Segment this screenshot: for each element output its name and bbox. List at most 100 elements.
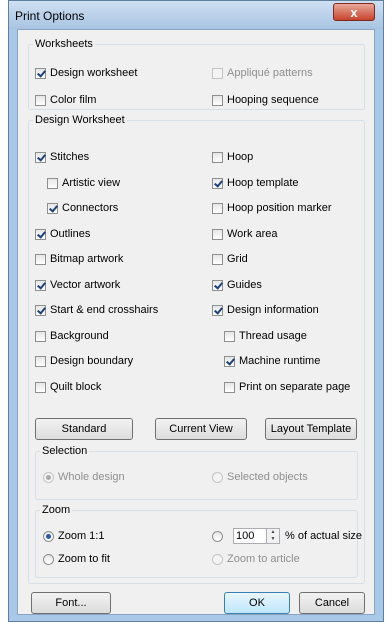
spin-down-icon[interactable]: ▼ [267,536,279,543]
quilt-block-checkbox[interactable]: Quilt block [35,380,101,394]
checkbox-box[interactable] [35,304,46,316]
start-end-crosshairs-checkbox[interactable]: Start & end crosshairs [35,303,158,317]
checkbox-box[interactable] [35,228,46,240]
work-area-checkbox[interactable]: Work area [212,227,278,241]
zoom-percent-spinner: ▲▼ % of actual size [233,527,362,545]
radio-circle[interactable] [43,553,54,565]
ok-button[interactable]: OK [224,592,290,614]
print-options-dialog: Print Options x Worksheets Design worksh… [8,0,384,622]
hoop-checkbox[interactable]: Hoop [212,150,253,164]
radio-circle[interactable] [43,471,54,483]
whole-design-radio[interactable]: Whole design [43,470,125,484]
title-bar[interactable]: Print Options x [9,1,383,29]
percent-zoom-radio[interactable] [212,529,227,543]
outlines-checkbox[interactable]: Outlines [35,227,90,241]
bitmap-artwork-checkbox[interactable]: Bitmap artwork [35,252,123,266]
stitches-checkbox[interactable]: Stitches [35,150,89,164]
design-boundary-checkbox[interactable]: Design boundary [35,354,133,368]
radio-label: Selected objects [227,471,308,483]
spin-up-icon[interactable]: ▲ [267,529,279,536]
color-film-checkbox[interactable]: Color film [35,93,96,107]
radio-circle[interactable] [212,553,223,565]
checkbox-box[interactable] [212,151,223,163]
checkbox-label: Start & end crosshairs [50,304,159,316]
checkbox-box[interactable] [224,330,235,342]
checkbox-box[interactable] [35,279,46,291]
close-icon: x [350,5,358,20]
design-information-checkbox[interactable]: Design information [212,303,319,317]
thread-usage-checkbox[interactable]: Thread usage [224,329,307,343]
checkbox-box[interactable] [35,67,46,79]
checkbox-box[interactable] [224,381,235,393]
cancel-button[interactable]: Cancel [299,592,365,614]
spinner-buttons[interactable]: ▲ ▼ [267,528,280,544]
hoop-template-checkbox[interactable]: Hoop template [212,176,299,190]
vector-artwork-checkbox[interactable]: Vector artwork [35,278,120,292]
guides-checkbox[interactable]: Guides [212,278,262,292]
applique-patterns-checkbox[interactable]: Appliqué patterns [212,66,313,80]
checkbox-label: Appliqué patterns [227,67,313,79]
checkbox-label: Vector artwork [50,279,121,291]
checkbox-box[interactable] [47,202,58,214]
checkbox-label: Hooping sequence [227,94,319,106]
window-title: Print Options [15,9,85,23]
checkbox-label: Background [50,330,109,342]
radio-circle[interactable] [212,530,223,542]
radio-label: Zoom 1:1 [58,530,105,542]
radio-label: Zoom to article [227,553,300,565]
checkbox-box[interactable] [35,381,46,393]
checkbox-box[interactable] [35,355,46,367]
checkbox-label: Design boundary [50,355,134,367]
checkbox-label: Bitmap artwork [50,253,124,265]
font-button[interactable]: Font... [31,592,111,614]
checkbox-box[interactable] [212,304,223,316]
checkbox-box[interactable] [212,202,223,214]
selected-objects-radio[interactable]: Selected objects [212,470,308,484]
checkbox-label: Outlines [50,228,91,240]
zoom-percent-input[interactable] [233,528,267,544]
hoop-position-marker-checkbox[interactable]: Hoop position marker [212,201,332,215]
checkbox-box[interactable] [212,228,223,240]
checkbox-label: Stitches [50,151,90,163]
design-worksheet-checkbox[interactable]: Design worksheet [35,66,137,80]
artistic-view-checkbox[interactable]: Artistic view [47,176,120,190]
checkbox-box[interactable] [224,355,235,367]
print-separate-page-checkbox[interactable]: Print on separate page [224,380,350,394]
checkbox-label: Artistic view [62,177,121,189]
zoom-to-article-radio[interactable]: Zoom to article [212,552,300,566]
checkbox-box[interactable] [35,330,46,342]
radio-circle[interactable] [43,530,54,542]
checkbox-box[interactable] [35,94,46,106]
checkbox-box[interactable] [212,67,223,79]
machine-runtime-checkbox[interactable]: Machine runtime [224,354,320,368]
background-checkbox[interactable]: Background [35,329,109,343]
grid-checkbox[interactable]: Grid [212,252,248,266]
current-view-button[interactable]: Current View [155,418,247,440]
connectors-checkbox[interactable]: Connectors [47,201,118,215]
checkbox-label: Design information [227,304,319,316]
checkbox-box[interactable] [212,279,223,291]
design-worksheet-legend: Design Worksheet [35,114,125,126]
radio-label: Whole design [58,471,125,483]
checkbox-box[interactable] [35,253,46,265]
radio-circle[interactable] [212,471,223,483]
checkbox-box[interactable] [35,151,46,163]
checkbox-label: Hoop [227,151,254,163]
worksheets-legend: Worksheets [35,38,93,50]
checkbox-box[interactable] [212,177,223,189]
checkbox-box[interactable] [47,177,58,189]
checkbox-box[interactable] [212,94,223,106]
standard-button[interactable]: Standard [35,418,133,440]
radio-label: Zoom to fit [58,553,110,565]
zoom-1-1-radio[interactable]: Zoom 1:1 [43,529,104,543]
close-button[interactable]: x [333,3,375,21]
hooping-sequence-checkbox[interactable]: Hooping sequence [212,93,319,107]
checkbox-label: Hoop position marker [227,202,332,214]
checkbox-box[interactable] [212,253,223,265]
zoom-legend: Zoom [42,504,71,516]
checkbox-label: Thread usage [239,330,307,342]
layout-template-button[interactable]: Layout Template [265,418,357,440]
zoom-to-fit-radio[interactable]: Zoom to fit [43,552,110,566]
checkbox-label: Grid [227,253,248,265]
checkbox-label: Guides [227,279,262,291]
